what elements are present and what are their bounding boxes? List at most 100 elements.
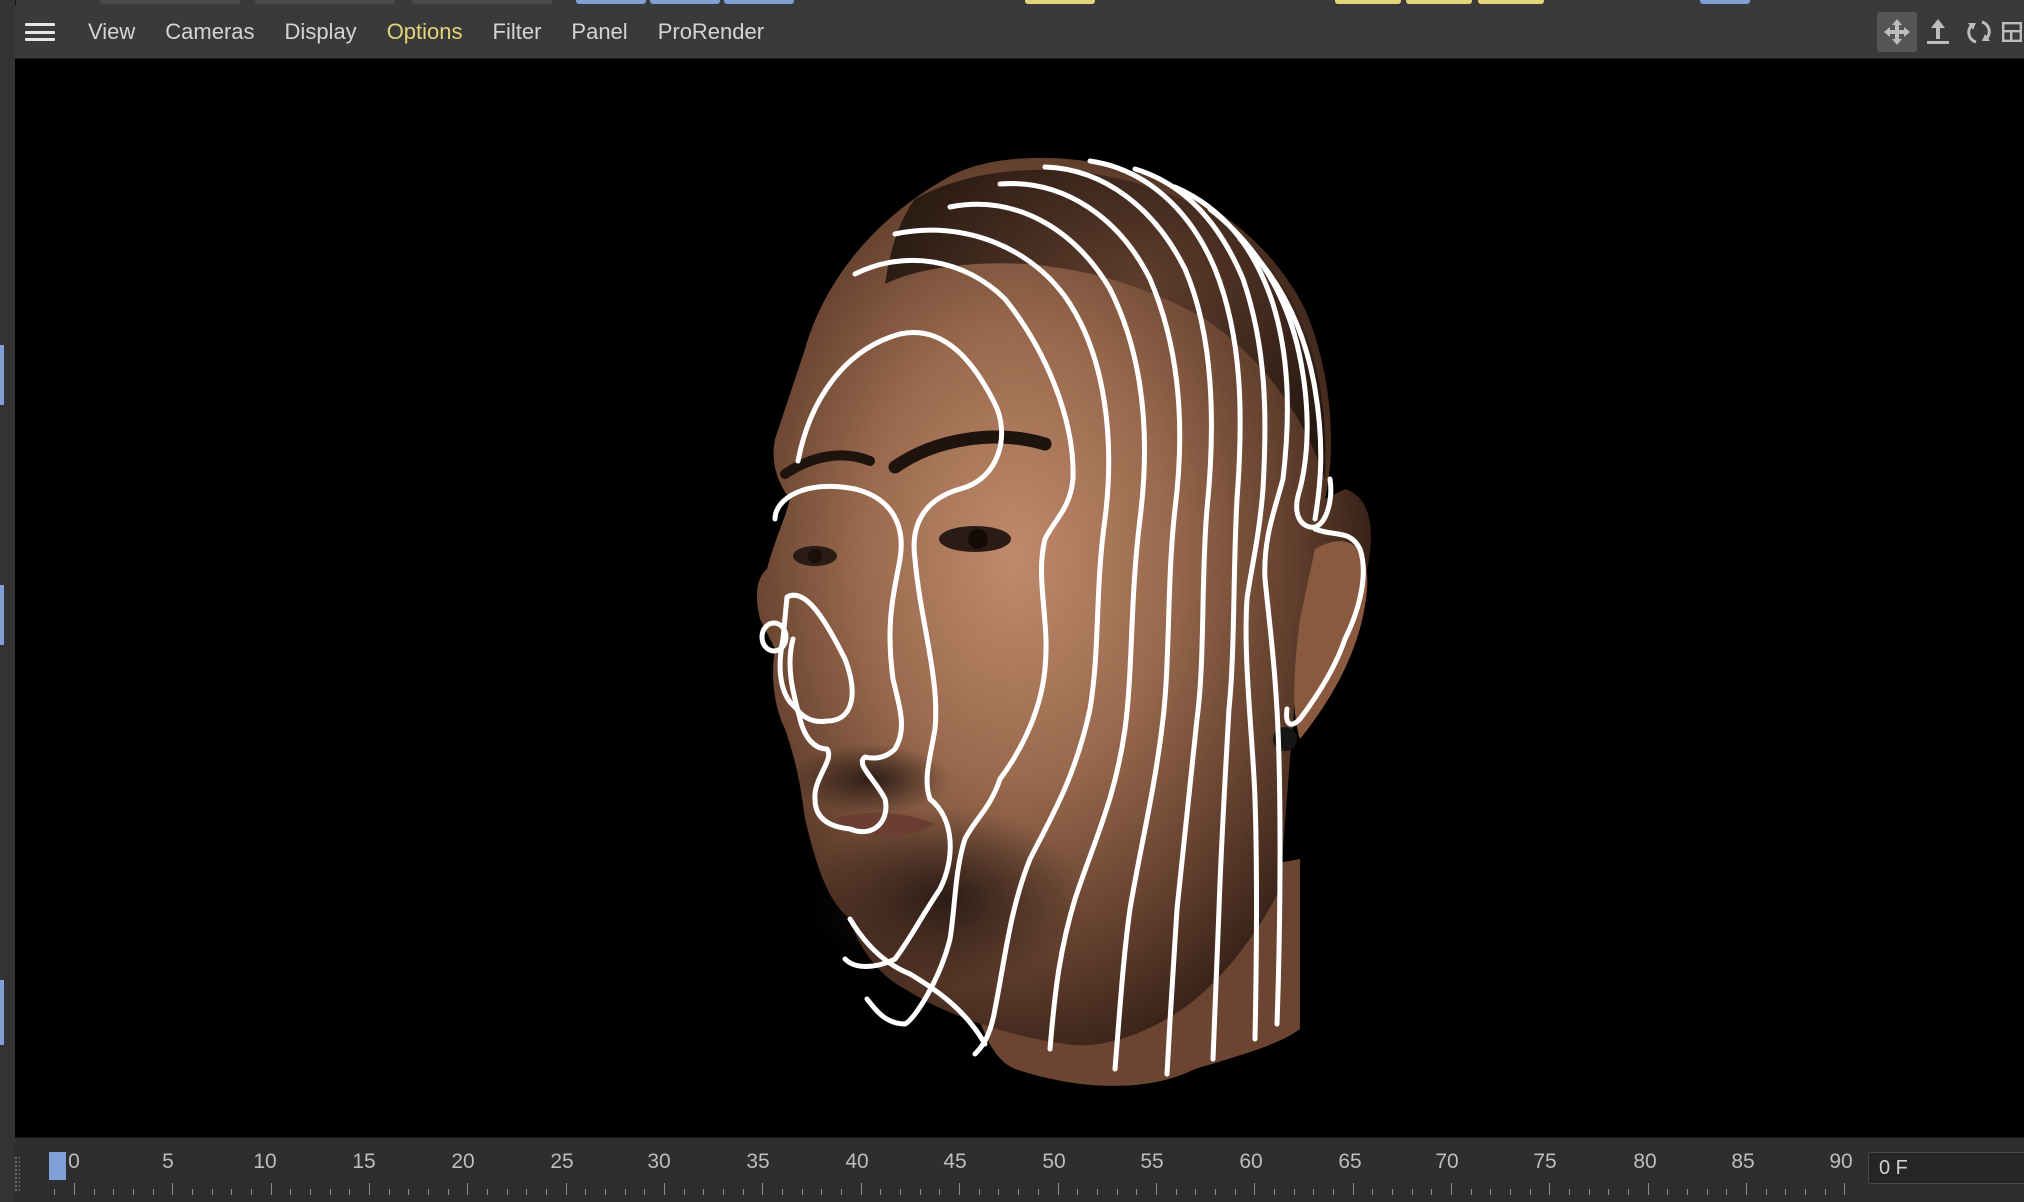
timeline-tick <box>978 1189 980 1195</box>
tick-label: 65 <box>1338 1150 1362 1173</box>
timeline-tick <box>624 1189 626 1195</box>
timeline-tick <box>369 1183 371 1195</box>
current-frame-field[interactable]: 0 F <box>1868 1152 2024 1184</box>
timeline-tick <box>1627 1189 1629 1195</box>
timeline-tick <box>1647 1183 1649 1195</box>
tick-label: 50 <box>1042 1150 1066 1173</box>
timeline-tick <box>1234 1189 1236 1195</box>
timeline-tick <box>506 1189 508 1195</box>
tick-label: 55 <box>1140 1150 1164 1173</box>
timeline-playhead[interactable] <box>49 1152 66 1180</box>
menu-prorender[interactable]: ProRender <box>643 19 779 45</box>
view-navigation-icons <box>1876 6 2024 58</box>
timeline-tick <box>1844 1183 1846 1195</box>
timeline-tick <box>408 1189 410 1195</box>
timeline-tick <box>1529 1189 1531 1195</box>
3d-viewport[interactable] <box>15 59 2024 1137</box>
menu-cameras[interactable]: Cameras <box>150 19 269 45</box>
timeline-tick <box>310 1189 312 1195</box>
timeline-tick <box>1667 1189 1669 1195</box>
move-view-icon[interactable] <box>1877 12 1917 52</box>
timeline-tick <box>133 1189 134 1195</box>
tick-label: 10 <box>253 1150 277 1173</box>
tick-label: 25 <box>550 1150 574 1173</box>
timeline-tick <box>1450 1183 1452 1195</box>
timeline-tick <box>841 1189 843 1195</box>
timeline-tick <box>1195 1189 1197 1195</box>
maximize-view-icon[interactable] <box>2000 12 2024 52</box>
menu-panel[interactable]: Panel <box>556 19 642 45</box>
timeline-tick <box>762 1183 764 1195</box>
menu-options[interactable]: Options <box>372 19 478 45</box>
timeline-tick <box>1431 1189 1433 1195</box>
timeline-tick <box>1608 1189 1610 1195</box>
timeline-tick <box>801 1189 803 1195</box>
timeline-tick <box>329 1189 331 1195</box>
timeline-tick <box>919 1189 921 1195</box>
timeline-tick <box>1313 1189 1315 1195</box>
tick-label: 35 <box>746 1150 770 1173</box>
hamburger-menu-icon[interactable] <box>25 20 55 44</box>
head-model <box>756 157 1371 1086</box>
tick-label: 85 <box>1731 1150 1755 1173</box>
timeline-tick <box>231 1189 233 1195</box>
timeline-tick <box>1293 1189 1295 1195</box>
timeline-tick <box>447 1189 449 1195</box>
timeline-tick <box>1136 1189 1138 1195</box>
tick-label: 60 <box>1239 1150 1263 1173</box>
timeline-tick <box>959 1183 961 1195</box>
timeline-tick <box>1509 1189 1511 1195</box>
tick-label: 90 <box>1829 1150 1853 1173</box>
timeline-tick <box>939 1189 941 1195</box>
timeline-tick <box>1804 1189 1806 1195</box>
timeline-tick <box>880 1189 882 1195</box>
timeline-tick <box>860 1183 862 1195</box>
timeline-tick <box>1726 1189 1728 1195</box>
timeline-tick <box>644 1189 646 1195</box>
timeline-tick <box>1686 1189 1688 1195</box>
dolly-view-icon[interactable] <box>1918 12 1958 52</box>
menu-view[interactable]: View <box>73 19 150 45</box>
timeline-tick <box>585 1189 587 1195</box>
timeline-tick <box>1411 1189 1413 1195</box>
timeline-tick <box>428 1189 430 1195</box>
timeline-tick <box>1391 1189 1393 1195</box>
timeline-tick <box>998 1189 1000 1195</box>
timeline-tick <box>1273 1189 1275 1195</box>
timeline-tick <box>1254 1183 1256 1195</box>
timeline-tick <box>1785 1189 1787 1195</box>
timeline-tick <box>290 1189 292 1195</box>
timeline-tick <box>1116 1189 1118 1195</box>
timeline-tick <box>1549 1183 1551 1195</box>
timeline-tick <box>683 1189 685 1195</box>
timeline-tick <box>93 1189 95 1195</box>
tick-label: 80 <box>1633 1150 1657 1173</box>
timeline-tick <box>605 1189 607 1195</box>
tick-label: 5 <box>162 1150 174 1173</box>
viewport-menu-bar: View Cameras Display Options Filter Pane… <box>15 6 2024 59</box>
timeline-tick <box>349 1189 351 1195</box>
timeline-tick <box>152 1189 154 1195</box>
timeline-tick <box>1214 1189 1216 1195</box>
timeline-tick <box>1037 1189 1039 1195</box>
tick-label: 20 <box>451 1150 475 1173</box>
timeline-tick <box>74 1183 75 1195</box>
timeline-tick <box>270 1183 272 1195</box>
timeline: 0 5 10 15 20 25 30 35 40 45 50 55 60 65 … <box>14 1137 2024 1202</box>
app-window: View Cameras Display Options Filter Pane… <box>0 0 2024 1202</box>
timeline-tick <box>1706 1189 1708 1195</box>
timeline-tick <box>1018 1189 1020 1195</box>
rotate-view-icon[interactable] <box>1959 12 1999 52</box>
timeline-tick <box>1372 1189 1374 1195</box>
timeline-tick <box>664 1183 666 1195</box>
menu-display[interactable]: Display <box>270 19 372 45</box>
timeline-tick <box>1057 1183 1059 1195</box>
timeline-tick <box>487 1189 489 1195</box>
timeline-tick <box>1568 1189 1570 1195</box>
timeline-tick <box>1155 1183 1157 1195</box>
timeline-ruler[interactable]: 0 5 10 15 20 25 30 35 40 45 50 55 60 65 … <box>15 1138 1855 1202</box>
tick-label: 30 <box>647 1150 671 1173</box>
menu-filter[interactable]: Filter <box>478 19 557 45</box>
tick-label: 0 <box>68 1150 80 1173</box>
tick-label: 45 <box>943 1150 967 1173</box>
